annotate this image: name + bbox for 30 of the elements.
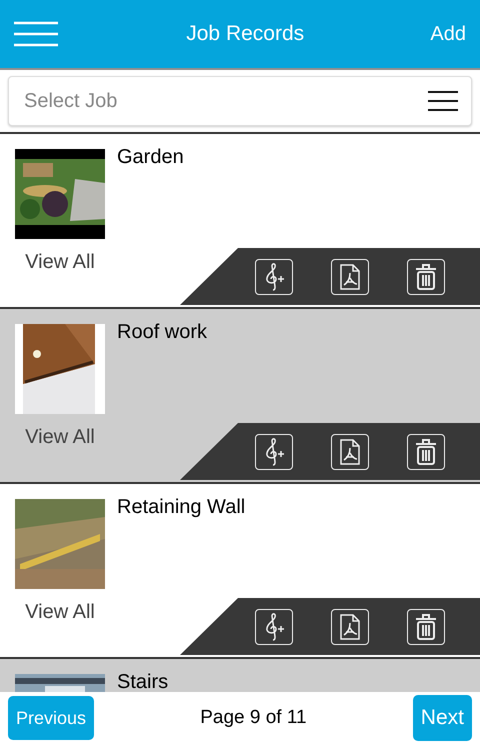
job-name: Retaining Wall [117, 495, 246, 519]
delete-button[interactable] [407, 434, 445, 470]
job-row[interactable]: Stairs [0, 659, 480, 692]
screen-title: Job Records [186, 22, 304, 46]
audio-button[interactable] [255, 434, 293, 470]
delete-button[interactable] [407, 258, 445, 294]
page-indicator: Page 9 of 11 [200, 707, 307, 729]
trash-icon [415, 612, 437, 640]
pdf-file-icon [339, 438, 361, 466]
pdf-file-icon [339, 262, 361, 290]
delete-button[interactable] [407, 608, 445, 644]
menu-button[interactable] [14, 19, 60, 49]
job-select-field[interactable]: Select Job [8, 76, 472, 126]
pdf-button[interactable] [331, 258, 369, 294]
view-all-link[interactable]: View All [25, 426, 95, 449]
job-name: Stairs [117, 670, 170, 692]
job-name: Roof work [117, 320, 208, 344]
menu-icon [428, 91, 458, 111]
audio-button[interactable] [255, 258, 293, 294]
view-all-link[interactable]: View All [25, 251, 95, 274]
trash-icon [415, 438, 437, 466]
view-all-link[interactable]: View All [25, 601, 95, 624]
menu-icon [14, 21, 60, 47]
job-name: Garden [117, 145, 185, 169]
pdf-button[interactable] [331, 608, 369, 644]
pdf-button[interactable] [331, 434, 369, 470]
job-row[interactable]: View All Roof work [0, 309, 480, 484]
pdf-file-icon [339, 612, 361, 640]
trash-icon [415, 262, 437, 290]
audio-button[interactable] [255, 608, 293, 644]
